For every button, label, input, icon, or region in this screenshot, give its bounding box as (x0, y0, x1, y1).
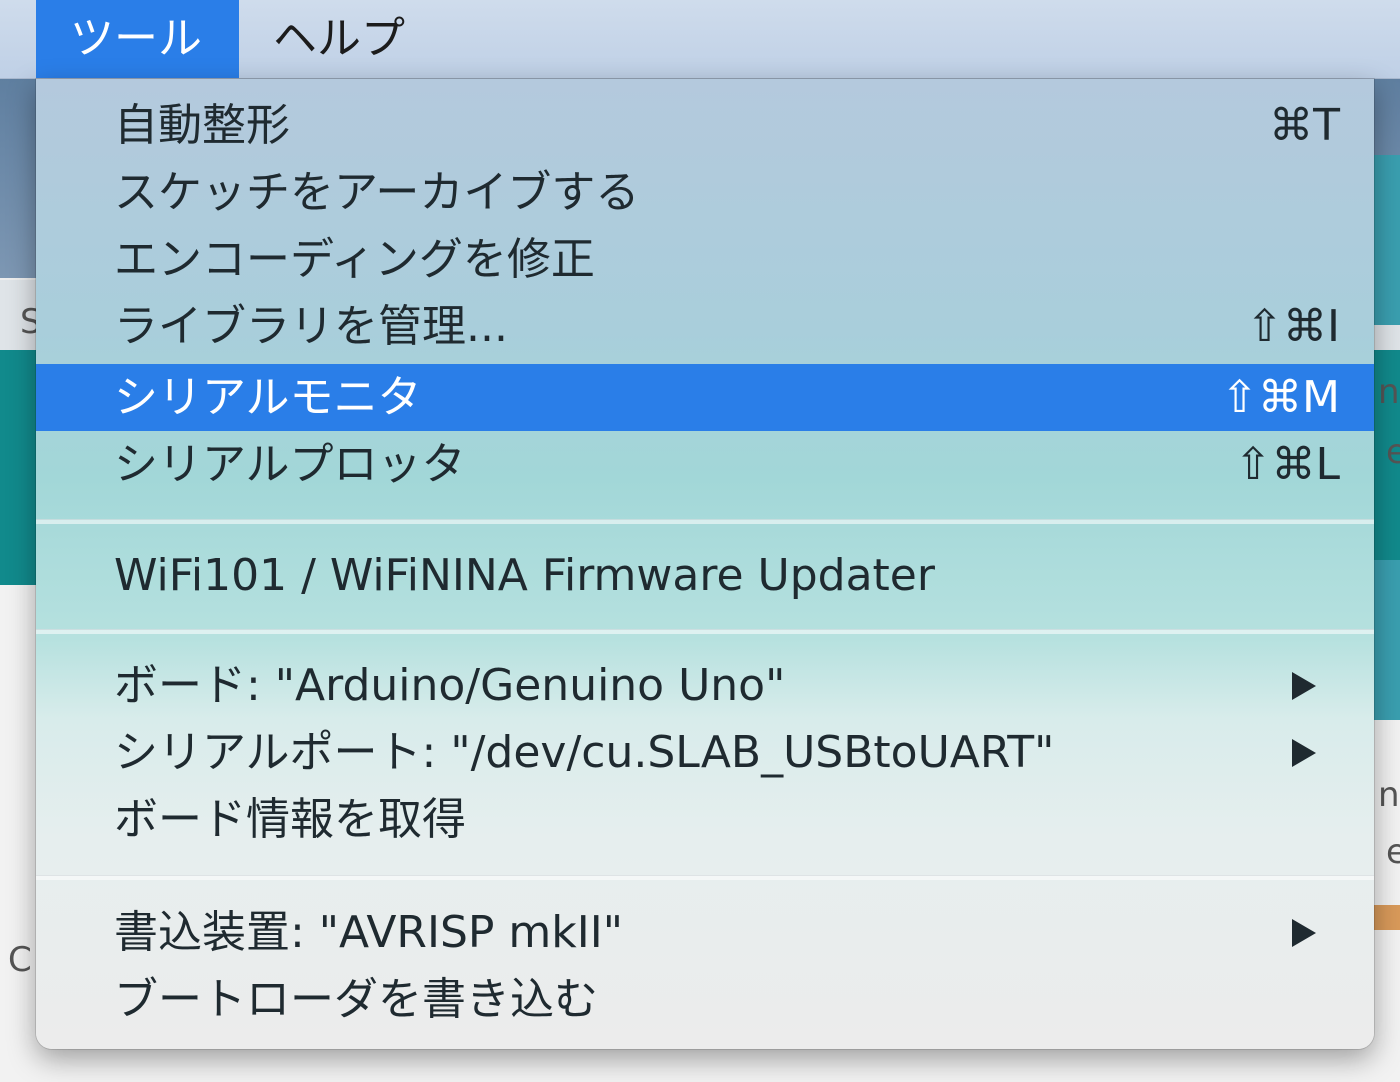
menu-item-label: ボード情報を取得 (114, 794, 466, 845)
menu-item-label: 書込装置: "AVRISP mkII" (114, 907, 623, 958)
menu-item-label: ブートローダを書き込む (114, 974, 598, 1025)
menu-item-label: シリアルモニタ (114, 372, 422, 423)
background-letter: n (1378, 775, 1400, 815)
menu-item-label: ライブラリを管理... (114, 301, 508, 352)
menu-item-fix-encoding[interactable]: エンコーディングを修正 (36, 226, 1374, 293)
menubar-item-help[interactable]: ヘルプ (239, 0, 439, 78)
menu-item-programmer[interactable]: 書込装置: "AVRISP mkII" (36, 899, 1374, 966)
submenu-arrow-icon (1292, 672, 1316, 700)
tools-menu: 自動整形 ⌘T スケッチをアーカイブする エンコーディングを修正 ライブラリを管… (36, 79, 1374, 1049)
menu-item-serial-monitor[interactable]: シリアルモニタ ⇧⌘M (36, 364, 1374, 431)
menu-separator (36, 629, 1374, 634)
menu-item-shortcut: ⌘T (1269, 100, 1340, 151)
menu-item-burn-bootloader[interactable]: ブートローダを書き込む (36, 966, 1374, 1033)
menu-item-board[interactable]: ボード: "Arduino/Genuino Uno" (36, 652, 1374, 719)
menu-item-serial-port[interactable]: シリアルポート: "/dev/cu.SLAB_USBtoUART" (36, 719, 1374, 786)
menu-item-label: WiFi101 / WiFiNINA Firmware Updater (114, 550, 935, 601)
menu-item-archive-sketch[interactable]: スケッチをアーカイブする (36, 159, 1374, 226)
menu-item-shortcut: ⇧⌘M (1221, 372, 1340, 423)
menu-separator (36, 519, 1374, 524)
menu-item-board-info[interactable]: ボード情報を取得 (36, 786, 1374, 853)
menu-item-label: スケッチをアーカイブする (114, 167, 640, 218)
background-letter: C (8, 940, 32, 980)
menu-item-shortcut: ⇧⌘I (1246, 301, 1340, 352)
background-tile-1 (1372, 155, 1400, 325)
menu-item-label: エンコーディングを修正 (114, 234, 595, 285)
menu-separator (36, 875, 1374, 880)
background-letter: e (1386, 832, 1400, 872)
menu-item-shortcut: ⇧⌘L (1234, 439, 1340, 490)
menu-item-label: シリアルポート: "/dev/cu.SLAB_USBtoUART" (114, 727, 1055, 778)
background-letter: n (1378, 372, 1400, 412)
background-tile-2 (1372, 560, 1400, 720)
menu-bar: ツール ヘルプ (0, 0, 1400, 79)
menu-item-label: シリアルプロッタ (114, 439, 466, 490)
menu-item-manage-libraries[interactable]: ライブラリを管理... ⇧⌘I (36, 293, 1374, 360)
menu-item-serial-plotter[interactable]: シリアルプロッタ ⇧⌘L (36, 431, 1374, 498)
submenu-arrow-icon (1292, 919, 1316, 947)
menu-item-label: 自動整形 (114, 100, 290, 151)
menu-item-firmware-updater[interactable]: WiFi101 / WiFiNINA Firmware Updater (36, 542, 1374, 609)
menubar-item-tools[interactable]: ツール (36, 0, 239, 78)
background-tile-3 (1372, 905, 1400, 930)
menu-item-auto-format[interactable]: 自動整形 ⌘T (36, 92, 1374, 159)
menu-item-label: ボード: "Arduino/Genuino Uno" (114, 660, 786, 711)
background-letter: e (1386, 432, 1400, 472)
submenu-arrow-icon (1292, 739, 1316, 767)
